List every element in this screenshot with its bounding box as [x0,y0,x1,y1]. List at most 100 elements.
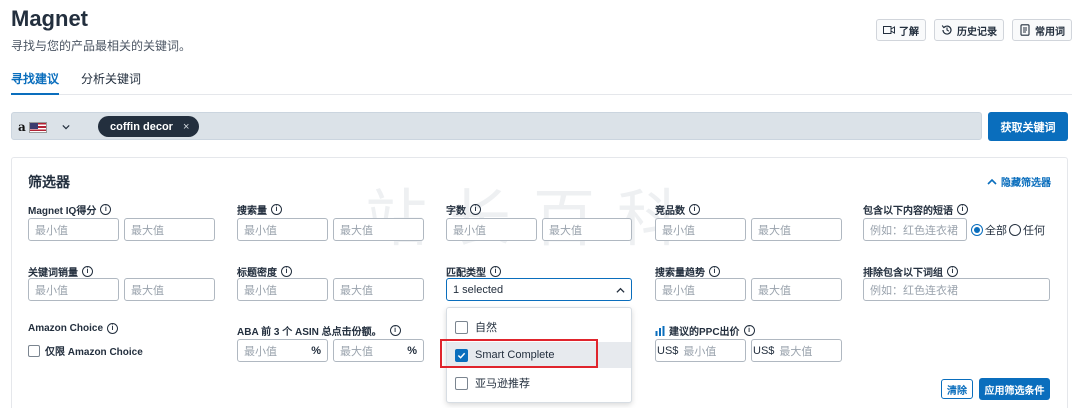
competing-products-max-input[interactable]: 最大值 [751,218,842,241]
amazon-choice-text: Amazon Choice [28,323,104,334]
history-label: 历史记录 [957,26,997,38]
amazon-choice-checkbox[interactable] [28,344,40,357]
radio-all-label: 全部 [985,225,1007,237]
radio-any-label: 任何 [1023,225,1045,237]
bar-chart-icon [655,325,665,336]
competing-products-min-input[interactable]: 最小值 [655,218,746,241]
match-type-text: 匹配类型 [446,268,486,279]
search-volume-max-input[interactable]: 最大值 [333,218,424,241]
tab-analyze-keywords[interactable]: 分析关键词 [81,63,141,94]
keyword-sales-max-input[interactable]: 最大值 [124,278,215,301]
aba-min-placeholder: 最小值 [244,345,277,358]
aba-max-placeholder: 最大值 [340,345,373,358]
search-volume-min-input[interactable]: 最小值 [237,218,328,241]
hide-filters-link[interactable]: 隐藏筛选器 [987,174,1051,189]
info-icon: i [82,266,93,277]
title-density-text: 标题密度 [237,268,277,279]
common-words-button[interactable]: 常用词 [1012,19,1072,41]
page-title: Magnet [11,6,88,31]
search-trend-label: 搜索量趋势 i [655,264,720,279]
ppc-min-input[interactable]: US$ 最小值 [655,339,746,362]
title-density-max-input[interactable]: 最大值 [333,278,424,301]
ppc-min-placeholder: 最小值 [683,345,717,358]
close-icon[interactable]: × [183,121,189,133]
info-icon: i [709,266,720,277]
exclude-phrase-label: 排除包含以下词组 i [863,264,958,279]
keyword-search-bar[interactable]: a coffin decor × [11,112,982,140]
tab-bar: 寻找建议 分析关键词 [11,63,1072,95]
history-button[interactable]: 历史记录 [934,19,1004,41]
keyword-sales-min-input[interactable]: 最小值 [28,278,119,301]
search-volume-text: 搜索量 [237,206,267,217]
clear-button[interactable]: 清除 [941,379,973,399]
info-icon: i [743,325,755,336]
word-count-label: 字数 i [446,202,481,217]
search-trend-text: 搜索量趋势 [655,268,705,279]
checkbox-unchecked[interactable] [455,320,468,334]
match-option-organic[interactable]: 自然 [447,314,631,340]
info-icon: i [389,325,401,336]
percent-suffix: % [311,344,321,357]
title-density-min-input[interactable]: 最小值 [237,278,328,301]
info-icon: i [281,266,292,277]
checkbox-unchecked[interactable] [455,376,468,390]
amazon-choice-checkbox-row[interactable]: 仅限 Amazon Choice [28,343,143,358]
highlight-box [440,339,598,368]
get-keywords-button[interactable]: 获取关键词 [988,112,1068,141]
us-flag-icon [28,121,47,133]
history-icon [941,25,952,35]
word-count-min-input[interactable]: 最小值 [446,218,537,241]
percent-suffix: % [407,344,417,357]
currency-prefix: US$ [657,344,679,357]
word-count-max-input[interactable]: 最大值 [542,218,632,241]
info-icon: i [490,266,501,277]
info-icon: i [957,204,968,215]
ppc-bid-label: 建议的PPC出价 i [655,323,755,338]
ppc-max-input[interactable]: US$ 最大值 [751,339,842,362]
radio-all[interactable] [971,224,983,236]
amazon-logo: a [18,120,26,134]
contains-phrase-input[interactable]: 例如：红色连衣裙 [863,218,967,241]
chevron-up-icon [616,287,625,293]
marketplace-select[interactable]: a [18,117,90,137]
keyword-chip: coffin decor × [98,116,200,137]
learn-label: 了解 [899,26,919,38]
aba-share-text: ABA 前 3 个 ASIN 总点击份额。 [237,327,382,338]
chevron-up-icon [987,178,997,185]
magnet-iq-label: Magnet IQ得分 i [28,202,112,217]
tab-find-suggestions[interactable]: 寻找建议 [11,63,60,95]
amazon-choice-label: Amazon Choice i [28,323,119,334]
keyword-sales-label: 关键词销量 i [28,264,93,279]
competing-products-text: 竞品数 [655,206,685,217]
contains-phrase-text: 包含以下内容的短语 [863,206,953,217]
search-trend-max-input[interactable]: 最大值 [751,278,842,301]
apply-filters-button[interactable]: 应用筛选条件 [979,378,1050,400]
learn-button[interactable]: 了解 [876,19,926,41]
title-density-label: 标题密度 i [237,264,292,279]
amazon-choice-only-label: 仅限 Amazon Choice [45,347,143,358]
page-subtitle: 寻找与您的产品最相关的关键词。 [11,39,192,53]
match-option-amazon-recommended[interactable]: 亚马逊推荐 [447,370,631,396]
aba-share-max-input[interactable]: 最大值% [333,339,424,362]
info-icon: i [470,204,481,215]
document-icon [1020,24,1030,36]
info-icon: i [271,204,282,215]
exclude-phrase-input[interactable]: 例如：红色连衣裙 [863,278,1050,301]
ppc-max-placeholder: 最大值 [779,345,813,358]
info-icon: i [100,204,112,215]
match-type-select[interactable]: 1 selected [446,278,632,301]
chevron-down-icon [62,124,70,130]
option-label: 亚马逊推荐 [475,378,530,390]
contains-phrase-label: 包含以下内容的短语 i [863,202,968,217]
search-trend-min-input[interactable]: 最小值 [655,278,746,301]
radio-any[interactable] [1009,224,1021,236]
search-volume-label: 搜索量 i [237,202,282,217]
magnet-iq-min-input[interactable]: 最小值 [28,218,119,241]
match-type-value: 1 selected [453,283,504,296]
info-icon: i [947,266,958,277]
competing-products-label: 竞品数 i [655,202,700,217]
magnet-iq-max-input[interactable]: 最大值 [124,218,215,241]
aba-share-min-input[interactable]: 最小值% [237,339,328,362]
info-icon: i [107,323,119,334]
phrase-match-radio-group: 全部 任何 [971,222,1045,238]
